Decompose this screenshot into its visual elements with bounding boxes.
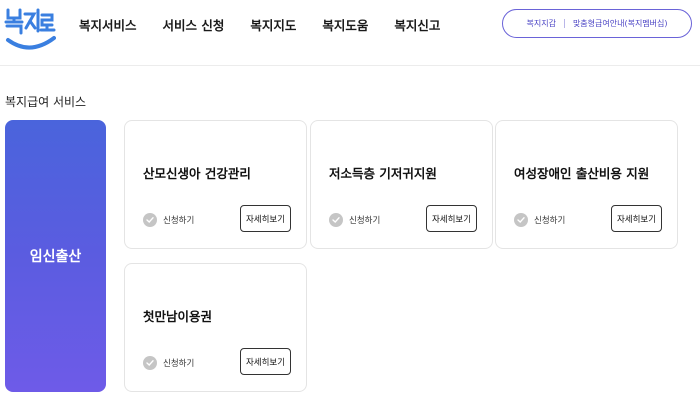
- main-nav: 복지서비스 서비스 신청 복지지도 복지도움 복지신고: [79, 15, 466, 34]
- service-card: 여성장애인 출산비용 지원 신청하기 자세히보기: [495, 120, 678, 249]
- apply-status[interactable]: 신청하기: [143, 356, 194, 370]
- bokjiro-logo[interactable]: [4, 6, 56, 54]
- apply-status[interactable]: 신청하기: [143, 213, 194, 227]
- nav-welfare-map[interactable]: 복지지도: [250, 15, 296, 34]
- apply-label: 신청하기: [534, 216, 566, 226]
- apply-label: 신청하기: [349, 216, 381, 226]
- category-tab-pregnancy[interactable]: 임신출산: [5, 120, 106, 392]
- custom-benefit-guide-link[interactable]: 맞춤형급여안내(복지멤버십): [573, 18, 668, 29]
- check-icon: [514, 213, 528, 227]
- check-icon: [143, 213, 157, 227]
- section-title: 복지급여 서비스: [5, 95, 87, 109]
- service-card: 저소득층 기저귀지원 신청하기 자세히보기: [310, 120, 493, 249]
- service-card: 첫만남이용권 신청하기 자세히보기: [124, 263, 307, 392]
- nav-welfare-report[interactable]: 복지신고: [394, 15, 440, 34]
- card-title: 저소득층 기저귀지원: [329, 166, 437, 181]
- card-title: 여성장애인 출산비용 지원: [514, 166, 650, 181]
- apply-label: 신청하기: [163, 359, 195, 369]
- utility-divider: [563, 19, 565, 28]
- card-title: 산모신생아 건강관리: [143, 166, 251, 181]
- utility-links: 복지지갑 맞춤형급여안내(복지멤버십): [502, 9, 692, 38]
- apply-status[interactable]: 신청하기: [329, 213, 380, 227]
- check-icon: [143, 356, 157, 370]
- category-label: 임신출산: [29, 249, 82, 265]
- check-icon: [329, 213, 343, 227]
- site-header: 복지서비스 서비스 신청 복지지도 복지도움 복지신고 복지지갑 맞춤형급여안내…: [0, 0, 700, 66]
- bokjiro-logo-mark: [4, 8, 56, 50]
- view-details-button[interactable]: 자세히보기: [240, 205, 291, 232]
- card-title: 첫만남이용권: [143, 309, 213, 324]
- nav-welfare-services[interactable]: 복지서비스: [79, 15, 137, 34]
- nav-welfare-help[interactable]: 복지도움: [322, 15, 368, 34]
- service-card: 산모신생아 건강관리 신청하기 자세히보기: [124, 120, 307, 249]
- view-details-button[interactable]: 자세히보기: [426, 205, 477, 232]
- nav-service-application[interactable]: 서비스 신청: [163, 15, 225, 34]
- view-details-button[interactable]: 자세히보기: [240, 348, 291, 375]
- apply-label: 신청하기: [163, 216, 195, 226]
- apply-status[interactable]: 신청하기: [514, 213, 565, 227]
- welfare-wallet-link[interactable]: 복지지갑: [526, 18, 555, 29]
- view-details-button[interactable]: 자세히보기: [611, 205, 662, 232]
